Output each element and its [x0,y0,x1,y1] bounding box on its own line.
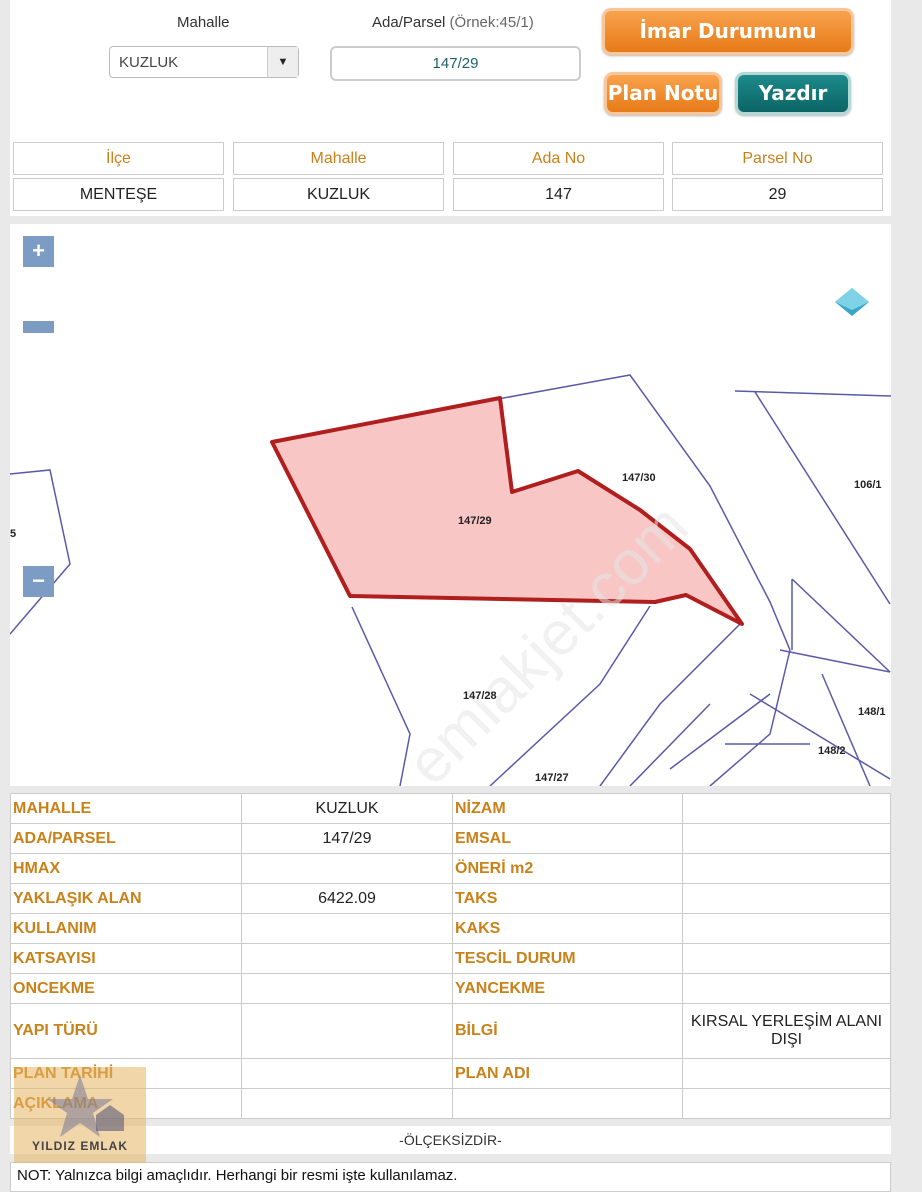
info-key: PLAN ADI [452,1058,683,1089]
info-row: KULLANIM KAKS [10,913,891,944]
parcel-map[interactable]: emlakjet.com 147/29 147/30 106/1 147/28 … [10,224,891,786]
summary-value-ilce: MENTEŞE [13,178,224,211]
info-value: 6422.09 [241,883,453,914]
info-key: EMSAL [452,823,683,854]
info-value [682,913,891,944]
side-minus-button[interactable]: − [23,566,54,597]
mahalle-label: Mahalle [177,14,230,31]
info-row: ONCEKME YANCEKME [10,973,891,1004]
info-value [241,1058,453,1089]
info-value: 147/29 [241,823,453,854]
parcel-label: 5 [10,528,16,540]
info-row: MAHALLE KUZLUK NİZAM [10,793,891,824]
summary-header-mahalle: Mahalle [233,142,444,175]
info-value [241,1088,453,1119]
parcel-label: 148/1 [858,706,886,718]
summary-header-parsel: Parsel No [672,142,883,175]
summary-value-parsel: 29 [672,178,883,211]
info-value [682,1058,891,1089]
info-key: KAKS [452,913,683,944]
info-value: KUZLUK [241,793,453,824]
info-key: NİZAM [452,793,683,824]
zoom-out-button[interactable] [23,321,54,333]
info-value [682,883,891,914]
parcel-map-canvas: emlakjet.com 147/29 147/30 106/1 147/28 … [10,288,891,786]
yazdir-button[interactable]: Yazdır [735,72,851,115]
info-key: HMAX [10,853,242,884]
info-value [682,973,891,1004]
parcel-boundary-147-28 [351,606,411,786]
info-row: YAKLAŞIK ALAN 6422.09 TAKS [10,883,891,914]
info-key: YAPI TÜRÜ [10,1003,242,1059]
chevron-down-icon[interactable]: ▼ [267,47,298,77]
info-value [241,1003,453,1059]
parcel-label: 147/27 [535,772,569,784]
info-value [241,913,453,944]
info-value: KIRSAL YERLEŞİM ALANI DIŞI [682,1003,891,1059]
info-value [682,853,891,884]
info-row: HMAX ÖNERİ m2 [10,853,891,884]
summary-header-ada: Ada No [453,142,664,175]
summary-value-ada: 147 [453,178,664,211]
info-row: ADA/PARSEL 147/29 EMSAL [10,823,891,854]
info-key: KATSAYISI [10,943,242,974]
plan-notu-button[interactable]: Plan Notu [604,72,722,115]
parcel-label: 147/28 [463,690,497,702]
parcel-label: 148/2 [818,745,846,757]
parcel-boundary-west [10,469,71,635]
info-key: BİLGİ [452,1003,683,1059]
info-key [452,1088,683,1119]
info-key: MAHALLE [10,793,242,824]
note-text: NOT: Yalnızca bilgi amaçlıdır. Herhangi … [10,1162,891,1192]
ada-parsel-label: Ada/Parsel (Örnek:45/1) [372,14,534,31]
parcel-boundary-148-2 [669,693,891,780]
info-key: KULLANIM [10,913,242,944]
info-value [241,973,453,1004]
info-key: ÖNERİ m2 [452,853,683,884]
parcel-boundary-east [779,578,891,673]
parcel-boundary-mid [599,623,741,786]
info-key: YAKLAŞIK ALAN [10,883,242,914]
mahalle-select[interactable]: KUZLUK ▼ [109,46,299,78]
logo-text: YILDIZ EMLAK [32,1139,128,1153]
star-house-icon [47,1075,124,1137]
info-row: YAPI TÜRÜ BİLGİ KIRSAL YERLEŞİM ALANI DIŞI [10,1003,891,1059]
info-value [682,823,891,854]
info-value [682,943,891,974]
info-value [241,853,453,884]
info-key: YANCEKME [452,973,683,1004]
yildiz-emlak-logo: YILDIZ EMLAK [14,1067,146,1163]
info-key: TESCİL DURUM [452,943,683,974]
info-key: ONCEKME [10,973,242,1004]
info-key: TAKS [452,883,683,914]
info-value [241,943,453,974]
parcel-boundary-106-1 [734,390,891,605]
ada-parsel-input[interactable]: 147/29 [330,46,581,81]
summary-value-mahalle: KUZLUK [233,178,444,211]
ada-parsel-hint: (Örnek:45/1) [449,14,534,31]
summary-header-ilce: İlçe [13,142,224,175]
info-key: ADA/PARSEL [10,823,242,854]
info-value [682,793,891,824]
info-value [682,1088,891,1119]
parcel-label: 106/1 [854,479,882,491]
parcel-label: 147/29 [458,515,492,527]
layers-icon [835,288,869,316]
parcel-label: 147/30 [622,472,656,484]
zoom-in-button[interactable]: + [23,236,54,267]
parcel-boundary-south [629,703,711,786]
imar-sorgula-button[interactable]: İmar Durumunu Sorgula [602,8,854,83]
info-row: KATSAYISI TESCİL DURUM [10,943,891,974]
